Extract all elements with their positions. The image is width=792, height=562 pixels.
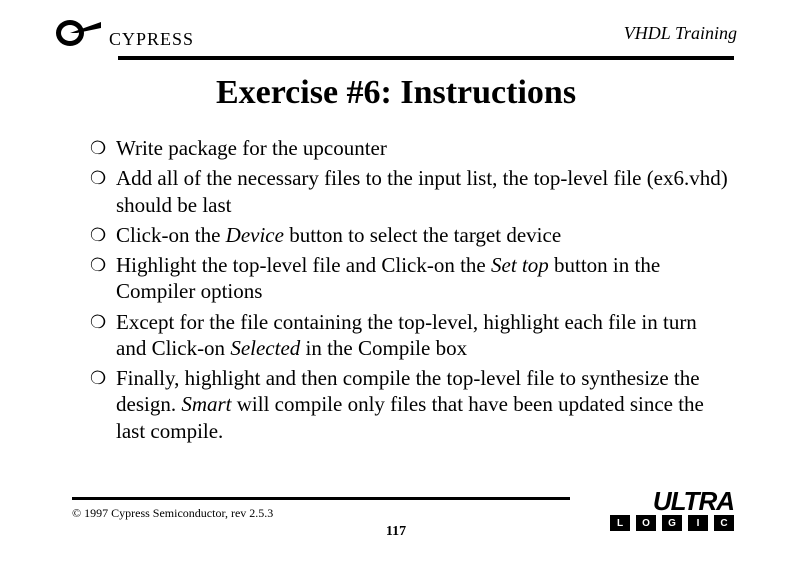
bullet-text: Write package for the upcounter — [116, 135, 732, 161]
bullet-marker-icon: ❍ — [90, 365, 116, 391]
footer-rule — [72, 497, 570, 500]
ultra-wordmark: ULTRA — [574, 490, 734, 513]
course-title: VHDL Training — [624, 23, 737, 44]
copyright-text: © 1997 Cypress Semiconductor, rev 2.5.3 — [72, 506, 273, 521]
ultra-letter-box: I — [688, 515, 708, 531]
bullet-list: ❍Write package for the upcounter❍Add all… — [90, 135, 732, 448]
bullet-item: ❍Except for the file containing the top-… — [90, 309, 732, 362]
bullet-marker-icon: ❍ — [90, 222, 116, 248]
bullet-text: Add all of the necessary files to the in… — [116, 165, 732, 218]
bullet-item: ❍Highlight the top-level file and Click-… — [90, 252, 732, 305]
slide: CYPRESS VHDL Training Exercise #6: Instr… — [0, 0, 792, 562]
header: CYPRESS VHDL Training — [55, 18, 737, 48]
ultra-logic-boxes: LOGIC — [574, 515, 734, 531]
cypress-logo: CYPRESS — [55, 18, 194, 48]
bullet-item: ❍Add all of the necessary files to the i… — [90, 165, 732, 218]
cypress-wordmark: CYPRESS — [109, 29, 194, 50]
ultra-letter-box: L — [610, 515, 630, 531]
bullet-item: ❍Finally, highlight and then compile the… — [90, 365, 732, 444]
ultra-letter-box: C — [714, 515, 734, 531]
bullet-text: Except for the file containing the top-l… — [116, 309, 732, 362]
slide-title: Exercise #6: Instructions — [0, 74, 792, 112]
header-rule — [118, 56, 734, 60]
bullet-item: ❍Write package for the upcounter — [90, 135, 732, 161]
bullet-marker-icon: ❍ — [90, 165, 116, 191]
bullet-marker-icon: ❍ — [90, 252, 116, 278]
bullet-text: Click-on the Device button to select the… — [116, 222, 732, 248]
bullet-item: ❍Click-on the Device button to select th… — [90, 222, 732, 248]
bullet-text: Highlight the top-level file and Click-o… — [116, 252, 732, 305]
cypress-mark-icon — [55, 18, 103, 48]
ultra-letter-box: G — [662, 515, 682, 531]
ultra-logo: ULTRA LOGIC — [574, 490, 734, 531]
ultra-letter-box: O — [636, 515, 656, 531]
bullet-text: Finally, highlight and then compile the … — [116, 365, 732, 444]
bullet-marker-icon: ❍ — [90, 135, 116, 161]
bullet-marker-icon: ❍ — [90, 309, 116, 335]
